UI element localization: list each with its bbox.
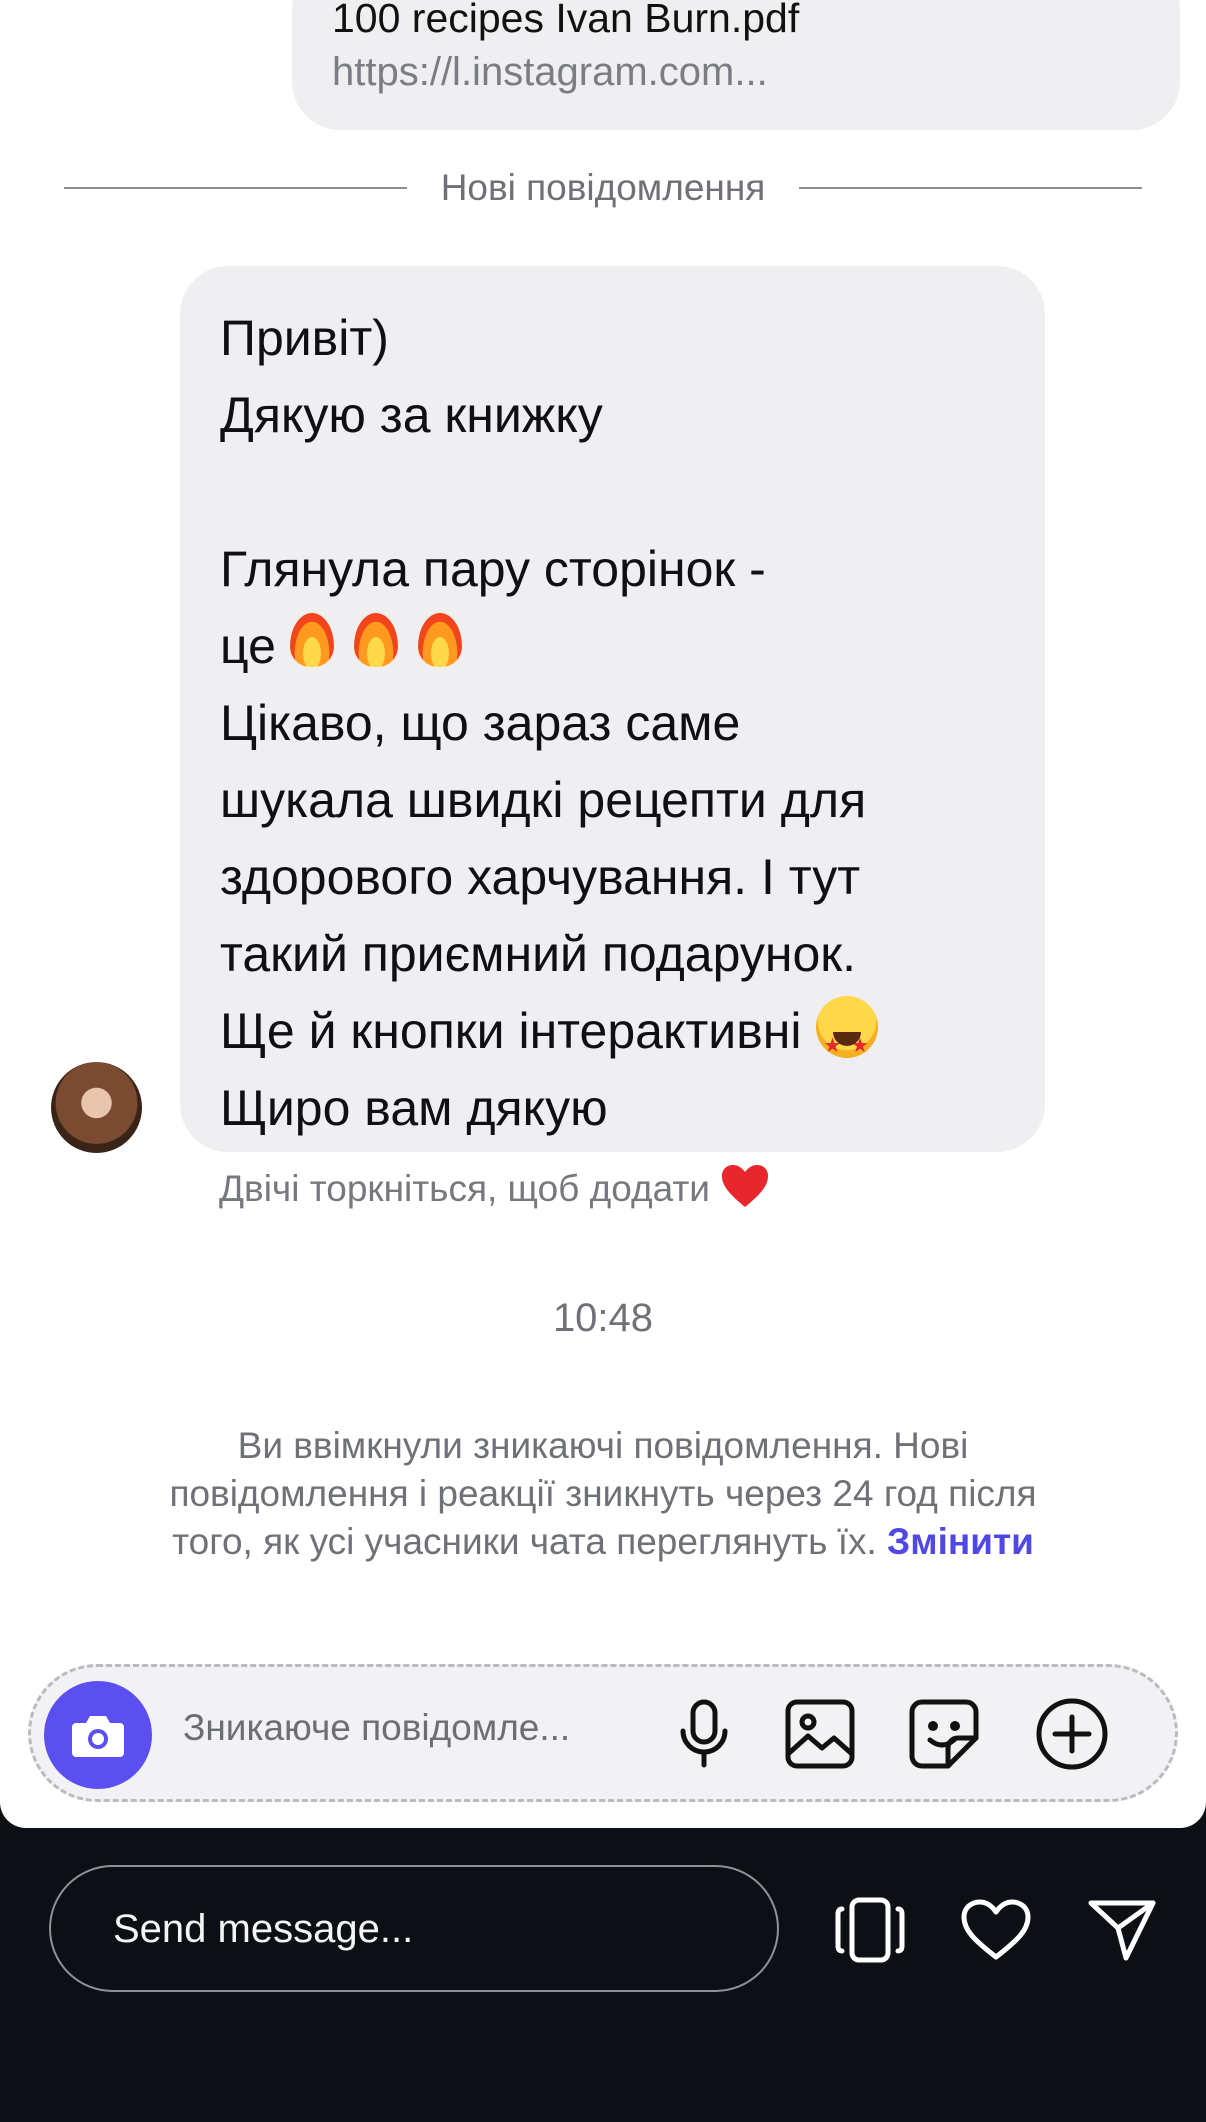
message-line: Ще й кнопки інтерактивні xyxy=(220,1003,802,1059)
message-line: це xyxy=(220,618,276,674)
reaction-hint: Двічі торкніться, щоб додати xyxy=(219,1162,770,1216)
star-struck-emoji-icon xyxy=(815,996,878,1085)
message-line: Щиро вам дякую xyxy=(220,1080,608,1136)
camera-icon xyxy=(72,1716,124,1757)
message-line: Привіт) xyxy=(220,310,389,366)
camera-button[interactable] xyxy=(44,1681,152,1789)
heart-emoji-icon xyxy=(721,1165,768,1207)
microphone-button[interactable] xyxy=(667,1697,741,1771)
message-line-with-emoji: Ще й кнопки інтерактивні xyxy=(220,993,1015,1085)
divider-label: Нові повідомлення xyxy=(440,167,766,208)
message-bubble[interactable]: Привіт) Дякую за книжку Глянула пару сто… xyxy=(180,266,1045,1152)
composer-input[interactable]: Зникаюче повідомле... xyxy=(183,1707,570,1749)
fire-emoji-icon xyxy=(412,609,468,671)
fire-emoji-icon xyxy=(284,609,340,671)
send-button[interactable] xyxy=(1084,1895,1160,1965)
send-message-input[interactable]: Send message... xyxy=(49,1865,779,1992)
message-line: здорового харчування. І тут xyxy=(220,849,861,905)
like-button[interactable] xyxy=(958,1895,1034,1965)
message-line-with-emoji: це xyxy=(220,608,1015,685)
shared-file-bubble[interactable]: 100 recipes Ivan Burn.pdf https://l.inst… xyxy=(292,0,1180,130)
message-line: такий приємний подарунок. xyxy=(220,926,857,982)
message-line: Глянула пару сторінок - xyxy=(220,541,766,597)
microphone-icon xyxy=(680,1699,728,1768)
timestamp: 10:48 xyxy=(552,1296,654,1340)
new-messages-divider: Нові повідомлення xyxy=(64,166,1142,210)
message-line: Цікаво, що зараз саме xyxy=(220,695,741,751)
vanish-mode-notice: Ви ввімкнули зникаючі повідомлення. Нові… xyxy=(140,1422,1066,1566)
sticker-button[interactable] xyxy=(907,1697,981,1771)
send-message-placeholder: Send message... xyxy=(113,1907,414,1951)
message-line: Дякую за книжку xyxy=(220,387,603,443)
gallery-icon xyxy=(785,1699,855,1769)
send-icon xyxy=(1088,1900,1156,1961)
sticker-icon xyxy=(909,1699,979,1769)
divider-line xyxy=(799,187,1142,189)
shared-file-title: 100 recipes Ivan Burn.pdf xyxy=(332,0,800,41)
avatar[interactable] xyxy=(51,1062,142,1153)
fire-emoji-icon xyxy=(348,609,404,671)
add-button[interactable] xyxy=(1035,1697,1109,1771)
shared-file-link[interactable]: https://l.instagram.com... xyxy=(332,46,1180,98)
message-line: шукала швидкі рецепти для xyxy=(220,772,867,828)
gallery-button[interactable] xyxy=(783,1697,857,1771)
message-line xyxy=(220,454,1015,531)
chat-panel: 100 recipes Ivan Burn.pdf https://l.inst… xyxy=(0,0,1206,1828)
reaction-hint-text: Двічі торкніться, щоб додати xyxy=(219,1168,710,1209)
plus-icon xyxy=(1036,1698,1108,1770)
carousel-icon xyxy=(835,1897,905,1963)
heart-icon xyxy=(961,1899,1031,1960)
divider-line xyxy=(64,187,407,189)
change-link[interactable]: Змінити xyxy=(887,1521,1034,1562)
message-composer[interactable]: Зникаюче повідомле... xyxy=(28,1664,1178,1802)
carousel-button[interactable] xyxy=(832,1895,908,1965)
